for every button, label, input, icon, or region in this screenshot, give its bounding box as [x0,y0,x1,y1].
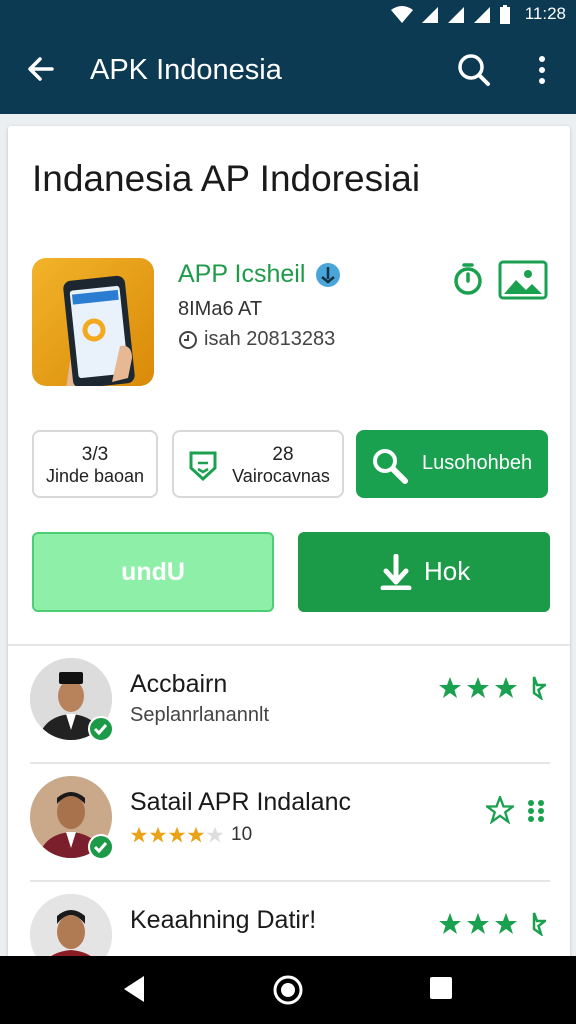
star-icon [495,677,517,698]
nav-back-icon[interactable] [120,974,148,1004]
review-name: Keaahning Datir! [130,906,317,934]
download-icon [380,554,412,590]
shield-icon [189,451,217,482]
app-name-label: APP Icsheil [178,260,306,288]
gold-rating: 10 [130,824,252,846]
wifi-icon [391,6,413,23]
verified-icon [316,262,341,287]
nav-home-icon[interactable] [272,974,304,1006]
star-empty-icon [206,826,224,843]
back-arrow-icon[interactable] [26,54,56,84]
grid-dots-icon[interactable] [526,798,546,824]
star-icon [467,677,489,698]
stat-number: 3/3 [81,444,109,465]
star-icon [187,826,205,843]
star-icon [439,677,461,698]
stat-number: 28 [272,444,294,465]
check-icon [93,842,108,854]
status-bar: 11:28 [0,0,576,28]
app-detail-card: Indanesia AP Indoresiai APP Icsheil 8IMa… [8,126,570,966]
system-nav-bar [0,956,576,1024]
star-half-icon [532,676,546,700]
stat-label: Vairocavnas [232,466,330,486]
timer-icon[interactable] [452,262,484,296]
signal-icon-2 [448,7,464,23]
status-time: 11:28 [524,4,566,23]
signal-icon-3 [474,7,490,23]
download-button-label: Hok [424,556,471,586]
battery-icon [500,5,510,24]
download-light-label: undU [121,558,185,586]
app-developer: 8IMa6 AT [178,298,263,320]
app-thumbnail [32,258,154,386]
search-icon [373,449,408,484]
star-icon [467,913,489,934]
download-light-button[interactable]: undU [32,532,274,612]
star-icon [495,913,517,934]
star-outline-icon[interactable] [486,796,514,824]
app-date-text: isah 20813283 [204,328,336,350]
stat-downloads: 3/3 Jinde baoan [32,430,158,498]
signal-icon [422,7,438,23]
verified-badge [88,834,114,860]
app-date: isah 20813283 [178,328,335,351]
image-icon[interactable] [498,260,548,300]
list-item[interactable]: Keaahning Datir! [8,882,570,966]
review-name: Accbairn [130,670,228,698]
app-bar: APK Indonesia [0,28,576,114]
status-icons [390,5,512,25]
rating-stars [438,676,546,700]
app-bar-title: APK Indonesia [90,54,282,86]
star-icon [439,913,461,934]
star-half-icon [532,912,546,936]
clock-icon [179,330,197,349]
download-button[interactable]: Hok [298,532,550,612]
search-button-label: Lusohohbeh [422,452,533,474]
check-icon [93,724,108,736]
star-icon [130,826,148,843]
stat-label: Jinde baoan [45,466,145,486]
page-heading: Indanesia AP Indoresiai [32,158,421,199]
star-icon [149,826,167,843]
list-item[interactable]: Satail APR Indalanc 10 [8,764,570,882]
nav-recents-icon[interactable] [428,974,454,1002]
stat-versions: 28 Vairocavnas [172,430,344,498]
rating-count: 10 [231,824,253,845]
rating-stars [438,912,546,936]
app-name: APP Icsheil [178,260,341,289]
review-subtitle: Seplanrlanannlt [130,704,269,726]
list-item[interactable]: Accbairn Seplanrlanannlt [8,646,570,764]
verified-badge [88,716,114,742]
more-vert-icon[interactable] [532,54,552,86]
search-icon[interactable] [456,52,492,88]
search-button[interactable]: Lusohohbeh [356,430,548,498]
review-name: Satail APR Indalanc [130,788,351,816]
star-icon [168,826,186,843]
phone-illustration [63,275,135,386]
